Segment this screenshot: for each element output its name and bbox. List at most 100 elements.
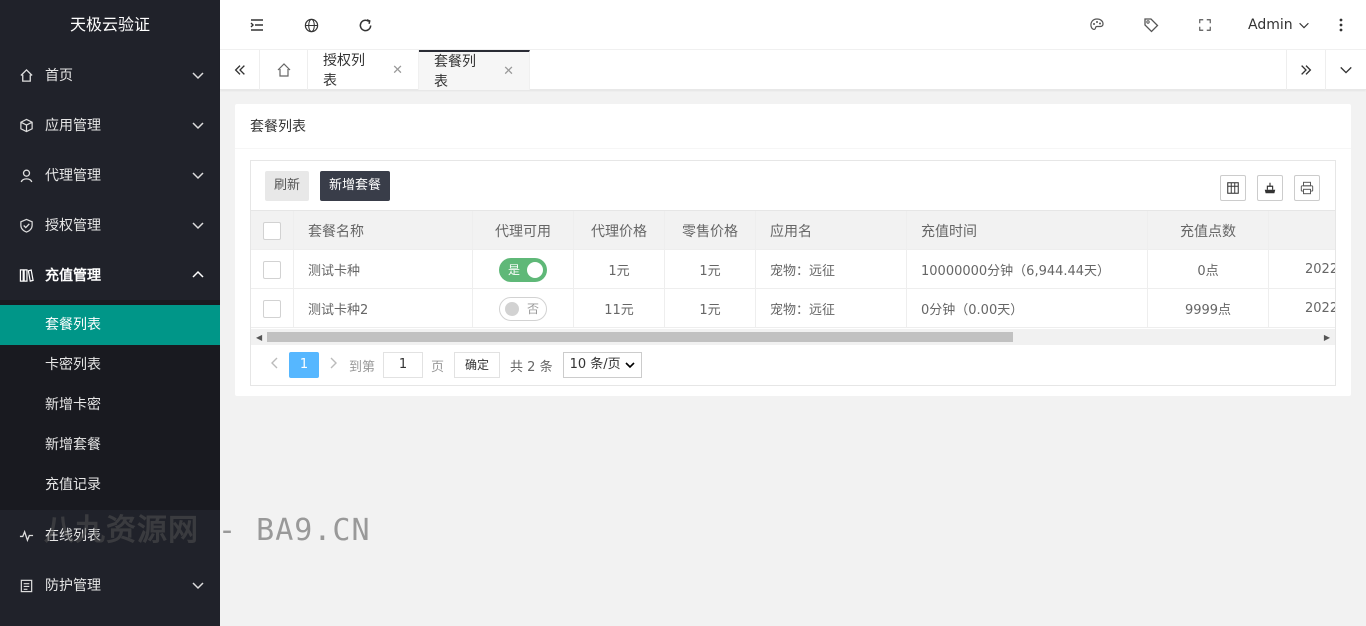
recharge-time-cell: 10000000分钟（6,944.44天） — [907, 250, 1148, 289]
fullscreen-button[interactable] — [1180, 0, 1230, 50]
scroll-left-arrow-icon[interactable]: ◀ — [256, 333, 262, 342]
recharge-points-cell: 0点 — [1148, 250, 1269, 289]
column-header[interactable]: 应用名 — [756, 211, 907, 250]
goto-label: 到第 — [349, 359, 376, 375]
agent-available-toggle[interactable]: 是 — [499, 257, 547, 282]
toggle-label: 是 — [508, 263, 521, 277]
toggle-knob — [527, 261, 543, 278]
column-header[interactable]: 代理价格 — [574, 211, 665, 250]
website-button[interactable] — [286, 0, 336, 50]
refresh-page-button[interactable] — [340, 0, 390, 50]
chevron-up-icon — [192, 270, 204, 278]
agent-price-cell: 11元 — [574, 289, 665, 328]
row-select-cell — [251, 250, 293, 289]
column-header[interactable]: 充值时间 — [907, 211, 1148, 250]
next-page-button[interactable] — [319, 357, 347, 373]
export-button[interactable] — [1257, 175, 1283, 201]
chevron-left-icon — [271, 357, 278, 369]
sidebar-item-recharge-management[interactable]: 充值管理 — [0, 250, 220, 300]
chevron-down-icon — [1298, 22, 1309, 29]
tabs-bar: 授权列表 ✕ 套餐列表 ✕ — [220, 50, 1366, 90]
scrollbar-thumb[interactable] — [267, 332, 1013, 342]
theme-button[interactable] — [1072, 0, 1122, 50]
sidebar-item-app-management[interactable]: 应用管理 — [0, 100, 220, 150]
goto-page-input[interactable]: 1 — [383, 352, 424, 378]
column-filter-button[interactable] — [1220, 175, 1246, 201]
submenu-item-card-key-list[interactable]: 卡密列表 — [0, 345, 220, 385]
submenu-item-add-card-key[interactable]: 新增卡密 — [0, 385, 220, 425]
fullscreen-icon — [1199, 19, 1211, 31]
tabs-scroll-right-button[interactable] — [1286, 50, 1326, 90]
column-header[interactable]: 充值点数 — [1148, 211, 1269, 250]
sidebar-item-label: 首页 — [45, 68, 73, 84]
sidebar-item-label: 应用管理 — [45, 118, 101, 134]
tab-package-list[interactable]: 套餐列表 ✕ — [419, 50, 530, 90]
sidebar-item-license-management[interactable]: 授权管理 — [0, 200, 220, 250]
sidebar-item-online-list[interactable]: 在线列表 — [0, 510, 220, 560]
double-chevron-left-icon — [234, 65, 245, 75]
sidebar-item-label: 在线列表 — [45, 528, 101, 544]
tabs-menu-button[interactable] — [1326, 50, 1366, 90]
palette-icon — [1090, 18, 1104, 30]
row-checkbox[interactable] — [263, 260, 281, 279]
sidebar-item-label: 授权管理 — [45, 218, 101, 234]
submenu-item-recharge-records[interactable]: 充值记录 — [0, 465, 220, 505]
total-count: 共 2 条 — [510, 359, 553, 375]
submenu-item-package-list[interactable]: 套餐列表 — [0, 305, 220, 345]
tag-icon — [1144, 18, 1159, 33]
column-header[interactable]: 零售价格 — [665, 211, 756, 250]
tab-home[interactable] — [260, 50, 308, 90]
cube-icon — [18, 117, 34, 133]
add-package-button[interactable]: 新增套餐 — [320, 171, 391, 201]
toggle-knob — [505, 301, 519, 316]
submenu-item-add-package[interactable]: 新增套餐 — [0, 425, 220, 465]
sidebar-item-home[interactable]: 首页 — [0, 50, 220, 100]
close-icon[interactable]: ✕ — [503, 64, 514, 79]
tag-button[interactable] — [1126, 0, 1176, 50]
collapse-sidebar-button[interactable] — [232, 0, 282, 50]
prev-page-button[interactable] — [261, 357, 289, 373]
tab-label: 授权列表 — [323, 53, 365, 89]
agent-available-toggle[interactable]: 否 — [499, 296, 547, 321]
top-header: Admin — [220, 0, 1366, 50]
table-header-row: 套餐名称 代理可用 代理价格 零售价格 应用名 充值时间 充值点数 — [251, 211, 1335, 250]
pagination: 1 到第 1 页 确定 共 2 条 10 条/页 — [251, 345, 1335, 385]
retail-price-cell: 1元 — [665, 250, 756, 289]
chevron-down-icon — [192, 582, 204, 590]
scroll-right-arrow-icon[interactable]: ▶ — [1324, 333, 1330, 342]
toggle-label: 否 — [527, 302, 540, 316]
page-size-value: 10 条/页 — [569, 357, 621, 372]
column-header — [1269, 211, 1335, 250]
sidebar-item-agent-management[interactable]: 代理管理 — [0, 150, 220, 200]
select-all-cell — [251, 211, 293, 250]
columns-icon — [1227, 182, 1239, 194]
refresh-icon — [359, 18, 371, 31]
horizontal-scrollbar[interactable]: ◀ ▶ — [251, 329, 1335, 345]
home-icon — [18, 67, 34, 83]
page-size-select[interactable]: 10 条/页 — [562, 352, 642, 378]
close-icon[interactable]: ✕ — [392, 63, 403, 78]
recharge-time-cell: 0分钟（0.00天） — [907, 289, 1148, 328]
user-menu[interactable]: Admin — [1248, 0, 1311, 50]
package-table: 刷新 新增套餐 套餐名称 代理可用 代理价格 零售价格 应用名 充值时间 充值点… — [250, 160, 1336, 386]
refresh-button[interactable]: 刷新 — [265, 171, 310, 201]
card-title: 套餐列表 — [235, 104, 1351, 149]
sidebar-item-label: 充值管理 — [45, 268, 101, 284]
row-checkbox[interactable] — [263, 299, 281, 318]
table-row: 测试卡种 是 1元 1元 宠物：远征 10000000分钟（6,944.44天）… — [251, 250, 1335, 289]
goto-confirm-button[interactable]: 确定 — [454, 352, 501, 378]
chevron-down-icon — [192, 222, 204, 230]
print-button[interactable] — [1294, 175, 1320, 201]
recharge-points-cell: 9999点 — [1148, 289, 1269, 328]
chevron-right-icon — [330, 357, 337, 369]
page-number-current[interactable]: 1 — [289, 352, 319, 378]
sidebar-item-protection-management[interactable]: 防护管理 — [0, 560, 220, 610]
column-header[interactable]: 代理可用 — [473, 211, 574, 250]
more-menu-button[interactable] — [1316, 0, 1366, 50]
column-header[interactable]: 套餐名称 — [293, 211, 473, 250]
username-label: Admin — [1248, 17, 1293, 33]
shield-check-icon — [18, 217, 34, 233]
tab-license-list[interactable]: 授权列表 ✕ — [308, 50, 419, 90]
tabs-scroll-left-button[interactable] — [220, 50, 260, 90]
select-all-checkbox[interactable] — [263, 221, 281, 240]
